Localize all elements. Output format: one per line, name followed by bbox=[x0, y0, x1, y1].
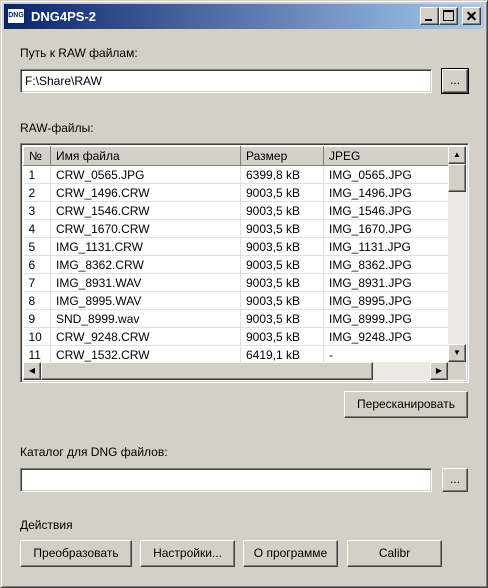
cell-number: 9 bbox=[23, 309, 51, 328]
calibr-button[interactable]: Calibr bbox=[347, 540, 442, 567]
cell-filename: CRW_1496.CRW bbox=[50, 183, 241, 202]
table-row[interactable]: 11 CRW_1532.CRW 6419,1 kB - bbox=[23, 345, 448, 362]
raw-files-table-area: № Имя файла Размер JPEG 1 CRW_0565.JPG 639… bbox=[23, 146, 448, 362]
settings-button[interactable]: Настройки... bbox=[140, 540, 235, 567]
table-header-row: № Имя файла Размер JPEG bbox=[23, 146, 448, 166]
cell-number: 1 bbox=[23, 165, 51, 184]
cell-size: 6419,1 kB bbox=[240, 345, 324, 362]
cell-jpeg: - bbox=[323, 345, 448, 362]
table-row[interactable]: 5 IMG_1131.CRW 9003,5 kB IMG_1131.JPG bbox=[23, 237, 448, 256]
table-row[interactable]: 9 SND_8999.wav 9003,5 kB IMG_8999.JPG bbox=[23, 309, 448, 328]
horizontal-scroll-thumb[interactable] bbox=[41, 362, 373, 380]
vertical-scroll-thumb[interactable] bbox=[448, 164, 466, 192]
cell-size: 9003,5 kB bbox=[240, 309, 324, 328]
window-title: DNG4PS-2 bbox=[31, 9, 97, 24]
cell-number: 6 bbox=[23, 255, 51, 274]
table-row[interactable]: 10 CRW_9248.CRW 9003,5 kB IMG_9248.JPG bbox=[23, 327, 448, 346]
scroll-left-arrow-icon[interactable]: ◀ bbox=[23, 362, 41, 380]
scroll-up-arrow-icon[interactable]: ▲ bbox=[448, 146, 466, 164]
cell-jpeg: IMG_0565.JPG bbox=[323, 165, 448, 184]
raw-files-list[interactable]: № Имя файла Размер JPEG 1 CRW_0565.JPG 639… bbox=[20, 143, 469, 383]
cell-number: 8 bbox=[23, 291, 51, 310]
raw-path-browse-button[interactable]: ... bbox=[441, 68, 469, 94]
close-button[interactable] bbox=[462, 7, 481, 25]
cell-size: 9003,5 kB bbox=[240, 183, 324, 202]
cell-number: 2 bbox=[23, 183, 51, 202]
column-header-filename[interactable]: Имя файла bbox=[50, 146, 241, 166]
cell-size: 9003,5 kB bbox=[240, 291, 324, 310]
rescan-button[interactable]: Пересканировать bbox=[344, 391, 468, 418]
actions-label: Действия bbox=[20, 518, 73, 532]
cell-size: 9003,5 kB bbox=[240, 219, 324, 238]
cell-filename: IMG_8362.CRW bbox=[50, 255, 241, 274]
cell-size: 9003,5 kB bbox=[240, 327, 324, 346]
convert-button[interactable]: Преобразовать bbox=[20, 540, 132, 567]
main-window: DNG DNG4PS-2 Путь к RAW файлам: F:\Share… bbox=[0, 0, 488, 588]
table-row[interactable]: 4 CRW_1670.CRW 9003,5 kB IMG_1670.JPG bbox=[23, 219, 448, 238]
raw-files-label: RAW-файлы: bbox=[20, 121, 94, 135]
table-row[interactable]: 8 IMG_8995.WAV 9003,5 kB IMG_8995.JPG bbox=[23, 291, 448, 310]
cell-number: 5 bbox=[23, 237, 51, 256]
cell-jpeg: IMG_8362.JPG bbox=[323, 255, 448, 274]
column-header-size[interactable]: Размер bbox=[240, 146, 324, 166]
cell-number: 11 bbox=[23, 345, 51, 362]
table-row[interactable]: 2 CRW_1496.CRW 9003,5 kB IMG_1496.JPG bbox=[23, 183, 448, 202]
cell-filename: IMG_8995.WAV bbox=[50, 291, 241, 310]
cell-filename: CRW_0565.JPG bbox=[50, 165, 241, 184]
cell-jpeg: IMG_1496.JPG bbox=[323, 183, 448, 202]
column-header-jpeg[interactable]: JPEG bbox=[323, 146, 448, 166]
scroll-down-arrow-icon[interactable]: ▼ bbox=[448, 344, 466, 362]
dng-dir-browse-button[interactable]: ... bbox=[442, 468, 468, 492]
dng-dir-input[interactable] bbox=[20, 468, 432, 492]
dng-dir-label: Каталог для DNG файлов: bbox=[20, 445, 168, 459]
scrollbar-corner bbox=[448, 362, 466, 380]
cell-size: 9003,5 kB bbox=[240, 237, 324, 256]
maximize-button[interactable] bbox=[439, 7, 458, 25]
cell-number: 10 bbox=[23, 327, 51, 346]
cell-size: 9003,5 kB bbox=[240, 255, 324, 274]
minimize-button[interactable] bbox=[420, 7, 439, 25]
cell-filename: CRW_1670.CRW bbox=[50, 219, 241, 238]
cell-filename: CRW_1546.CRW bbox=[50, 201, 241, 220]
cell-number: 4 bbox=[23, 219, 51, 238]
table-row[interactable]: 1 CRW_0565.JPG 6399,8 kB IMG_0565.JPG bbox=[23, 165, 448, 184]
vertical-scrollbar[interactable]: ▲ ▼ bbox=[448, 146, 466, 362]
cell-filename: CRW_9248.CRW bbox=[50, 327, 241, 346]
raw-path-label: Путь к RAW файлам: bbox=[20, 46, 138, 60]
horizontal-scrollbar[interactable]: ◀ ▶ bbox=[23, 362, 448, 380]
scroll-right-arrow-icon[interactable]: ▶ bbox=[430, 362, 448, 380]
app-icon: DNG bbox=[7, 8, 25, 24]
cell-jpeg: IMG_1546.JPG bbox=[323, 201, 448, 220]
table-row[interactable]: 7 IMG_8931.WAV 9003,5 kB IMG_8931.JPG bbox=[23, 273, 448, 292]
cell-filename: CRW_1532.CRW bbox=[50, 345, 241, 362]
cell-filename: IMG_8931.WAV bbox=[50, 273, 241, 292]
cell-filename: SND_8999.wav bbox=[50, 309, 241, 328]
cell-number: 3 bbox=[23, 201, 51, 220]
cell-size: 9003,5 kB bbox=[240, 201, 324, 220]
cell-jpeg: IMG_9248.JPG bbox=[323, 327, 448, 346]
cell-jpeg: IMG_8999.JPG bbox=[323, 309, 448, 328]
raw-files-table: № Имя файла Размер JPEG 1 CRW_0565.JPG 639… bbox=[23, 146, 448, 362]
about-button[interactable]: О программе bbox=[243, 540, 338, 567]
cell-number: 7 bbox=[23, 273, 51, 292]
cell-filename: IMG_1131.CRW bbox=[50, 237, 241, 256]
cell-jpeg: IMG_1131.JPG bbox=[323, 237, 448, 256]
table-row[interactable]: 6 IMG_8362.CRW 9003,5 kB IMG_8362.JPG bbox=[23, 255, 448, 274]
cell-jpeg: IMG_8995.JPG bbox=[323, 291, 448, 310]
column-header-number[interactable]: № bbox=[23, 146, 51, 166]
cell-jpeg: IMG_1670.JPG bbox=[323, 219, 448, 238]
title-bar[interactable]: DNG DNG4PS-2 bbox=[4, 4, 484, 29]
table-row[interactable]: 3 CRW_1546.CRW 9003,5 kB IMG_1546.JPG bbox=[23, 201, 448, 220]
cell-jpeg: IMG_8931.JPG bbox=[323, 273, 448, 292]
cell-size: 9003,5 kB bbox=[240, 273, 324, 292]
raw-path-input[interactable]: F:\Share\RAW bbox=[20, 69, 432, 93]
cell-size: 6399,8 kB bbox=[240, 165, 324, 184]
